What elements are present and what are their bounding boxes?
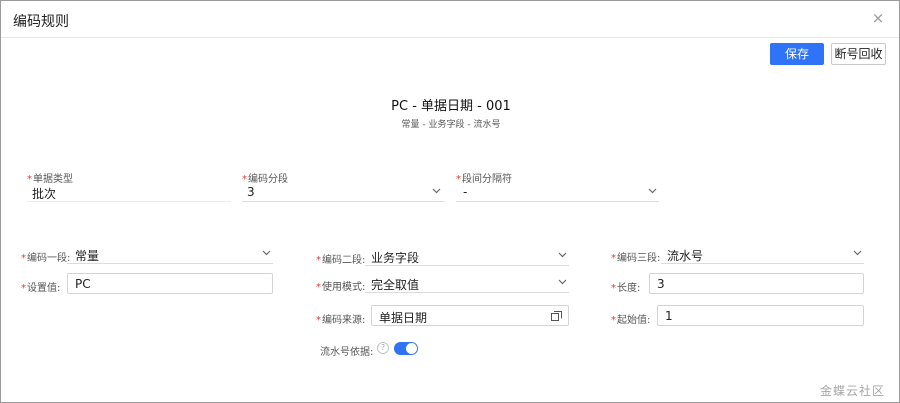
serial-basis-label: 流水号依据: bbox=[320, 347, 374, 358]
segment-count-label: *编码分段 bbox=[242, 174, 288, 185]
encoding-rule-dialog: 编码规则 × 保存 断号回收 PC - 单据日期 - 001 常量 - 业务字段… bbox=[0, 0, 900, 403]
usage-mode-underline bbox=[365, 292, 569, 293]
segment1-select[interactable]: 常量 bbox=[75, 247, 99, 264]
chevron-down-icon[interactable] bbox=[853, 250, 862, 256]
length-label: *长度: bbox=[611, 283, 641, 294]
start-value-label: *起始值: bbox=[611, 315, 651, 326]
chevron-down-icon[interactable] bbox=[262, 250, 271, 256]
set-value-input[interactable]: PC bbox=[67, 273, 273, 294]
segment1-label: *编码一段: bbox=[21, 253, 71, 264]
code-preview: PC - 单据日期 - 001 bbox=[391, 99, 511, 114]
doc-type-value: 批次 bbox=[32, 187, 57, 201]
serial-basis-toggle[interactable] bbox=[394, 342, 418, 355]
start-value-input[interactable]: 1 bbox=[657, 305, 864, 326]
segment3-label: *编码三段: bbox=[611, 253, 661, 264]
toggle-knob bbox=[406, 343, 417, 354]
segment2-underline bbox=[365, 265, 569, 266]
segment1-underline bbox=[67, 263, 273, 264]
set-value-label: *设置值: bbox=[21, 283, 61, 294]
separator-select[interactable]: - bbox=[463, 185, 467, 199]
chevron-down-icon[interactable] bbox=[432, 188, 441, 194]
dialog-title: 编码规则 bbox=[13, 14, 69, 30]
chevron-down-icon[interactable] bbox=[648, 188, 657, 194]
segment3-underline bbox=[661, 263, 864, 264]
close-icon[interactable]: × bbox=[871, 10, 885, 26]
code-source-label: *编码来源: bbox=[316, 315, 366, 326]
separator-underline bbox=[456, 201, 659, 202]
code-source-input[interactable]: 单据日期 bbox=[371, 305, 569, 326]
help-icon[interactable]: ? bbox=[377, 342, 389, 354]
segment3-select[interactable]: 流水号 bbox=[667, 247, 703, 264]
copy-icon[interactable] bbox=[551, 311, 562, 321]
watermark: 金蝶云社区 bbox=[819, 384, 885, 398]
save-button[interactable]: 保存 bbox=[770, 43, 824, 65]
reclaim-number-button[interactable]: 断号回收 bbox=[831, 43, 886, 65]
doc-type-underline bbox=[27, 201, 231, 202]
segment-count-underline bbox=[242, 201, 444, 202]
usage-mode-label: *使用模式: bbox=[316, 282, 366, 293]
length-input[interactable]: 3 bbox=[649, 273, 864, 294]
doc-type-label: *单据类型 bbox=[27, 174, 73, 185]
segment-count-select[interactable]: 3 bbox=[247, 185, 255, 199]
separator-label: *段间分隔符 bbox=[456, 174, 512, 185]
segment2-select[interactable]: 业务字段 bbox=[371, 249, 419, 266]
segment2-label: *编码二段: bbox=[316, 255, 366, 266]
usage-mode-select[interactable]: 完全取值 bbox=[371, 276, 419, 293]
dialog-header: 编码规则 × bbox=[1, 1, 899, 38]
code-preview-description: 常量 - 业务字段 - 流水号 bbox=[401, 120, 501, 130]
chevron-down-icon[interactable] bbox=[558, 252, 567, 258]
chevron-down-icon[interactable] bbox=[558, 279, 567, 285]
